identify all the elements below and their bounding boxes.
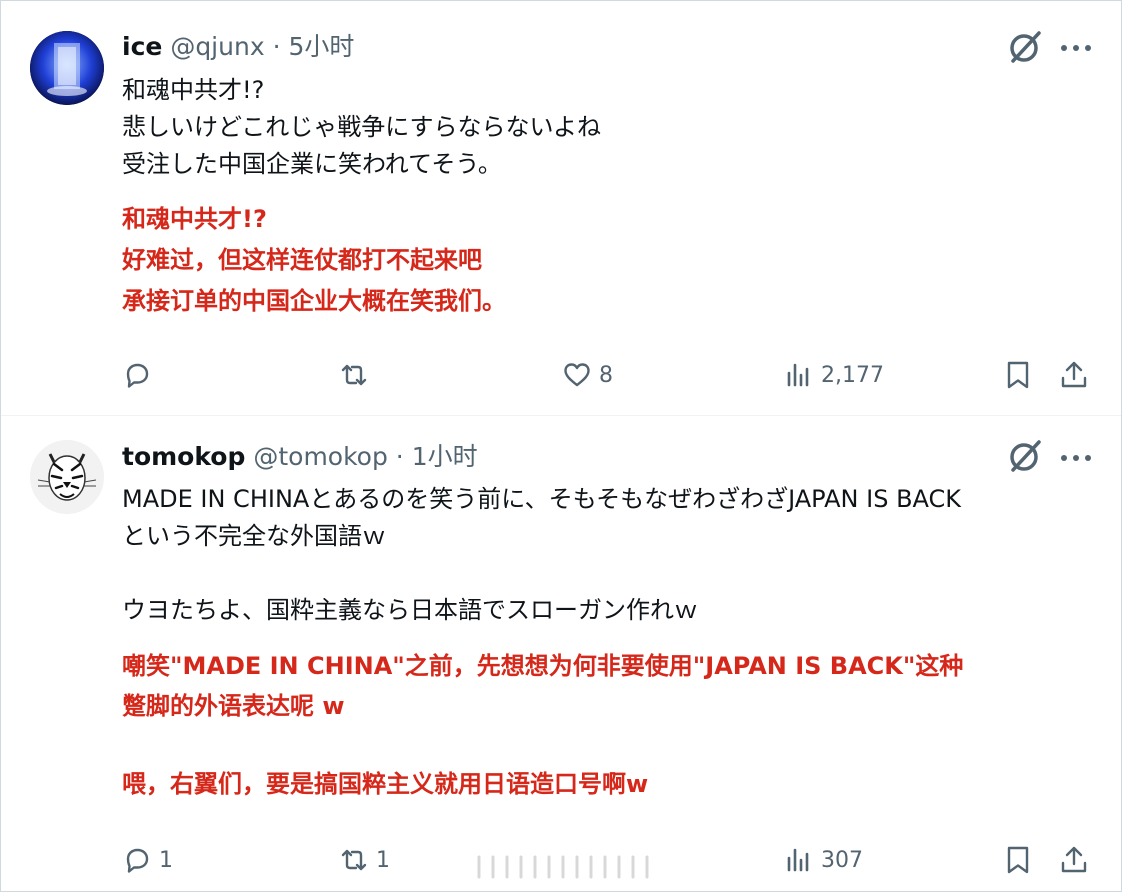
bookmark-button[interactable] bbox=[1002, 355, 1034, 395]
translation-line: 喂，右翼们，要是搞国粹主义就用日语造口号啊w bbox=[122, 770, 649, 798]
avatar[interactable] bbox=[30, 31, 104, 105]
watermark-icon bbox=[477, 855, 649, 879]
bookmark-icon bbox=[1007, 361, 1029, 389]
retweet-icon bbox=[341, 849, 367, 871]
translation-line: 蹩脚的外语表达呢 w bbox=[122, 692, 345, 720]
avatar[interactable] bbox=[30, 440, 104, 514]
views-count: 2,177 bbox=[821, 362, 884, 388]
retweet-button[interactable] bbox=[338, 355, 376, 395]
like-count: 8 bbox=[599, 362, 613, 388]
author-name[interactable]: tomokop bbox=[122, 442, 245, 471]
retweet-icon bbox=[341, 364, 367, 386]
heart-icon bbox=[564, 363, 590, 387]
bookmark-icon bbox=[1007, 846, 1029, 874]
reply-icon bbox=[126, 363, 149, 388]
action-bar: 8 2,177 bbox=[1, 355, 1121, 395]
post-tomokop[interactable]: tomokop @tomokop · 1小时 MADE IN CHINAとあるの… bbox=[1, 416, 1121, 891]
grok-icon[interactable] bbox=[1007, 29, 1043, 65]
post-text-line: 受注した中国企業に笑われてそう。 bbox=[122, 150, 502, 178]
post-text-line: MADE IN CHINAとあるのを笑う前に、そもそもなぜわざわざJAPAN I… bbox=[122, 485, 962, 513]
author-handle[interactable]: @qjunx bbox=[170, 32, 264, 61]
views-count: 307 bbox=[821, 847, 863, 873]
reply-button[interactable]: 1 bbox=[121, 840, 173, 880]
post-text-line: という不完全な外国語ｗ bbox=[122, 522, 386, 550]
retweet-count: 1 bbox=[376, 847, 390, 873]
share-icon bbox=[1061, 846, 1087, 873]
share-button[interactable] bbox=[1058, 840, 1090, 880]
post-text-line: ウヨたちよ、国粋主義なら日本語でスローガン作れｗ bbox=[122, 596, 698, 624]
retweet-button[interactable]: 1 bbox=[338, 840, 390, 880]
share-button[interactable] bbox=[1058, 355, 1090, 395]
translation-line: 和魂中共才!? bbox=[122, 205, 267, 233]
reply-count: 1 bbox=[159, 847, 173, 873]
reply-button[interactable] bbox=[121, 355, 159, 395]
post-time[interactable]: 1小时 bbox=[412, 442, 478, 471]
timeline: ice @qjunx · 5小时 和魂中共才!? 悲しいけどこれじゃ戦争にすらな… bbox=[0, 0, 1122, 892]
post-header: ice @qjunx · 5小时 bbox=[122, 31, 354, 63]
author-name[interactable]: ice bbox=[122, 32, 162, 61]
more-icon[interactable] bbox=[1059, 453, 1093, 463]
separator: · bbox=[264, 32, 289, 61]
post-header: tomokop @tomokop · 1小时 bbox=[122, 441, 478, 473]
views-icon bbox=[787, 363, 809, 387]
views-button[interactable]: 2,177 bbox=[783, 355, 884, 395]
author-handle[interactable]: @tomokop bbox=[253, 442, 388, 471]
reply-icon bbox=[126, 848, 149, 873]
translation-line: 好难过，但这样连仗都打不起来吧 bbox=[122, 246, 482, 274]
translation-line: 承接订单的中国企业大概在笑我们。 bbox=[122, 287, 506, 315]
separator: · bbox=[387, 442, 412, 471]
more-icon[interactable] bbox=[1059, 43, 1093, 53]
translation-line: 嘲笑"MADE IN CHINA"之前，先想想为何非要使用"JAPAN IS B… bbox=[122, 652, 964, 680]
post-text-line: 悲しいけどこれじゃ戦争にすらならないよね bbox=[122, 113, 602, 141]
post-ice[interactable]: ice @qjunx · 5小时 和魂中共才!? 悲しいけどこれじゃ戦争にすらな… bbox=[1, 1, 1121, 415]
like-button[interactable]: 8 bbox=[561, 355, 613, 395]
post-text-line: 和魂中共才!? bbox=[122, 76, 265, 104]
grok-icon[interactable] bbox=[1007, 438, 1043, 474]
views-icon bbox=[787, 848, 809, 872]
share-icon bbox=[1061, 361, 1087, 388]
views-button[interactable]: 307 bbox=[783, 840, 863, 880]
post-time[interactable]: 5小时 bbox=[288, 32, 354, 61]
bookmark-button[interactable] bbox=[1002, 840, 1034, 880]
